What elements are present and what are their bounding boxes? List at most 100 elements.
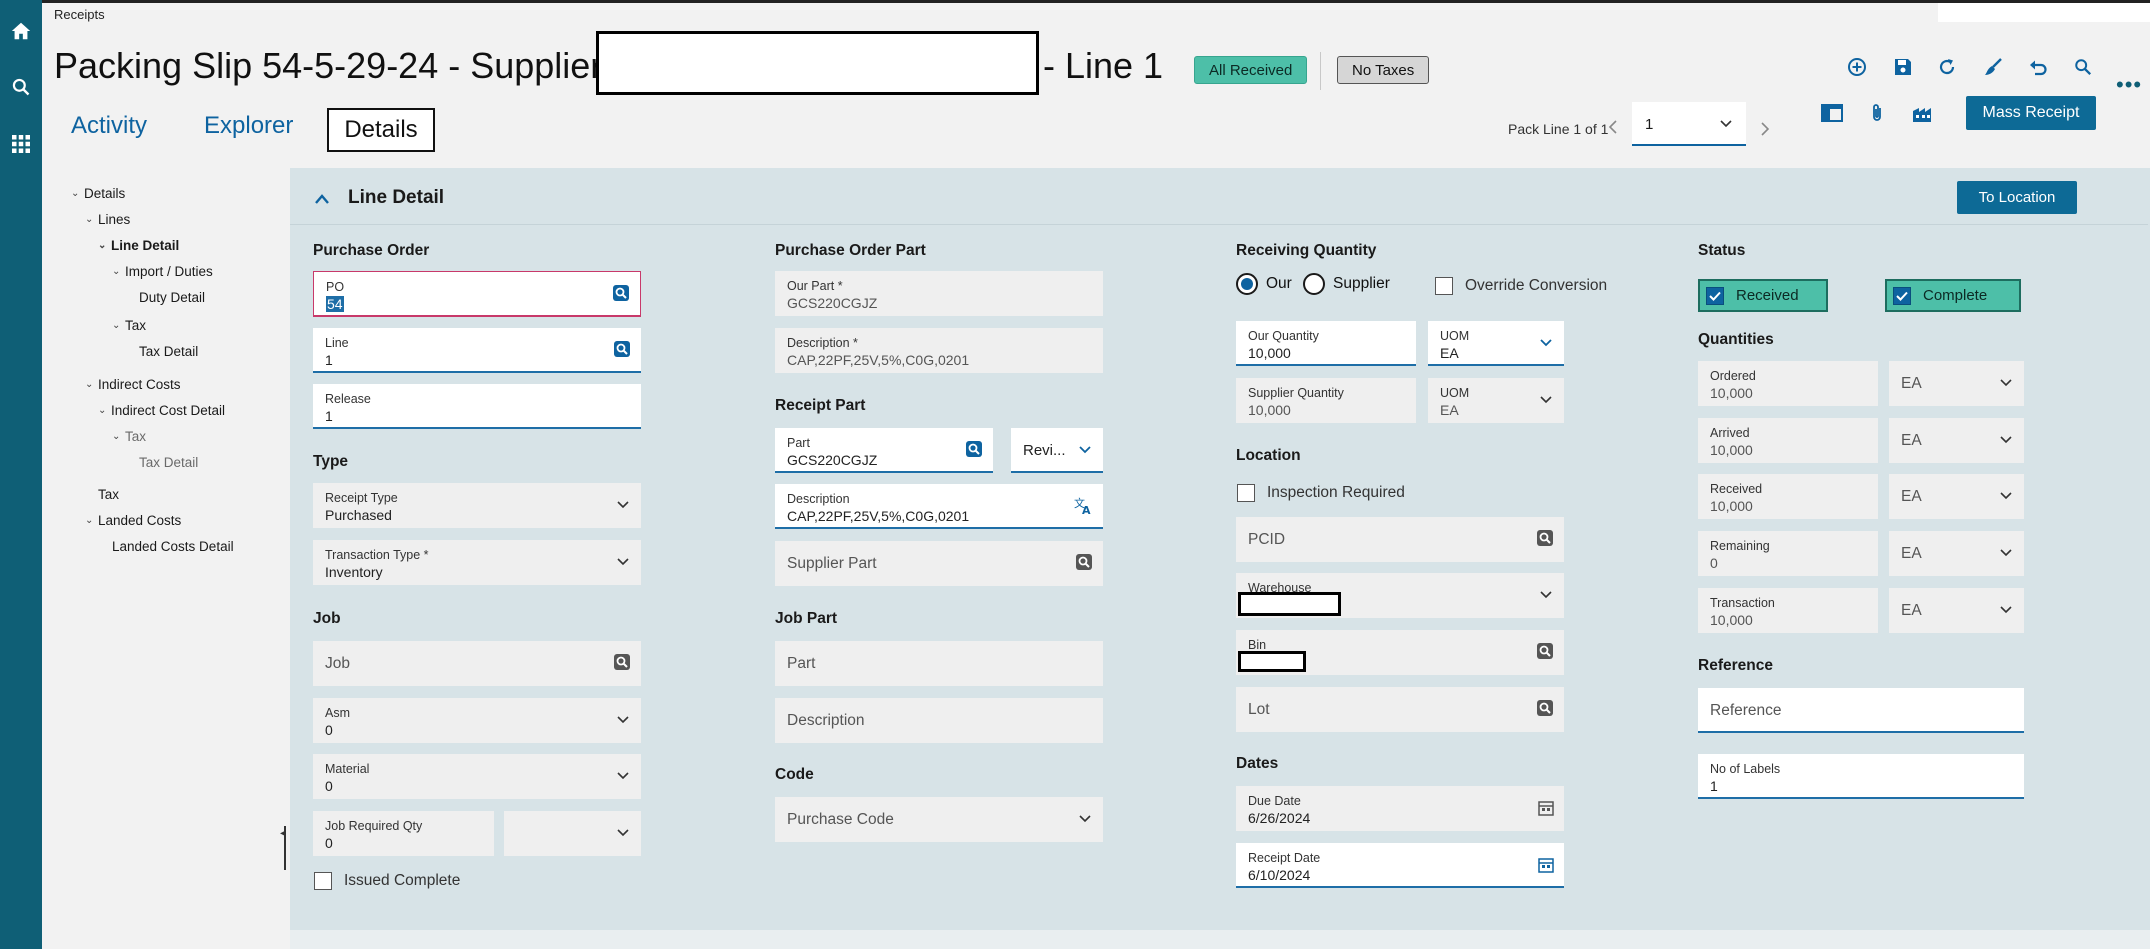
- next-line-icon[interactable]: [1752, 116, 1778, 142]
- receipt-part-field[interactable]: Part GCS220CGJZ: [775, 428, 993, 473]
- tree-item-tax[interactable]: ⌄ Tax: [112, 318, 146, 333]
- due-date-field[interactable]: Due Date 6/26/2024: [1236, 786, 1564, 831]
- receipt-date-field[interactable]: Receipt Date 6/10/2024: [1236, 843, 1564, 888]
- section-code: Code: [775, 766, 814, 783]
- our-quantity-field[interactable]: Our Quantity 10,000: [1236, 321, 1416, 366]
- radio-supplier[interactable]: Supplier: [1303, 273, 1390, 295]
- material-select[interactable]: Material 0: [313, 754, 641, 799]
- job-part-field[interactable]: Part: [775, 641, 1103, 686]
- no-of-labels-field[interactable]: No of Labels 1: [1698, 754, 2024, 799]
- lookup-icon: [614, 654, 630, 670]
- panel-layout-icon[interactable]: [1817, 98, 1847, 128]
- tree-item-duty-detail[interactable]: Duty Detail: [139, 290, 205, 305]
- tab-details[interactable]: Details: [327, 108, 435, 152]
- search-toolbar-icon[interactable]: [2068, 52, 2098, 82]
- tree-item-tax-3[interactable]: Tax: [98, 487, 119, 502]
- panel-divider: [290, 224, 2148, 225]
- supplier-part-field[interactable]: Supplier Part: [775, 541, 1103, 586]
- remaining-uom-select[interactable]: EA: [1889, 531, 2024, 576]
- transaction-type-select[interactable]: Transaction Type * Inventory: [313, 540, 641, 585]
- factory-icon[interactable]: [1908, 98, 1938, 128]
- tree-item-import-duties[interactable]: ⌄ Import / Duties: [112, 264, 213, 279]
- chevron-down-icon: [617, 558, 629, 566]
- tree-item-details[interactable]: ⌄ Details: [71, 186, 125, 201]
- receipt-part-description-field[interactable]: Description CAP,22PF,25V,5%,C0G,0201 文A: [775, 484, 1103, 529]
- job-field[interactable]: Job: [313, 641, 641, 686]
- ordered-uom-select[interactable]: EA: [1889, 361, 2024, 406]
- revision-select[interactable]: Revi...: [1011, 428, 1103, 473]
- tree-item-tax-detail-2[interactable]: Tax Detail: [139, 455, 198, 470]
- chevron-up-icon[interactable]: [314, 192, 330, 206]
- our-uom-select[interactable]: UOM EA: [1428, 321, 1564, 366]
- tree-item-indirect-costs[interactable]: ⌄ Indirect Costs: [85, 377, 181, 392]
- chevron-down-icon: ⌄: [98, 240, 107, 251]
- po-field[interactable]: PO 54: [313, 271, 641, 317]
- supplier-uom-select[interactable]: UOM EA: [1428, 378, 1564, 423]
- apps-grid-icon[interactable]: [4, 127, 38, 161]
- tree-item-tax-2[interactable]: ⌄ Tax: [112, 429, 146, 444]
- checkbox-box[interactable]: [1435, 277, 1453, 295]
- received-status-toggle[interactable]: Received: [1698, 279, 1828, 312]
- radio-button[interactable]: [1303, 273, 1325, 295]
- chevron-down-icon: [2000, 492, 2012, 500]
- override-conversion-checkbox[interactable]: Override Conversion: [1435, 277, 1607, 295]
- add-new-icon[interactable]: [1842, 52, 1872, 82]
- release-field[interactable]: Release 1: [313, 384, 641, 429]
- tree-item-tax-detail[interactable]: Tax Detail: [139, 344, 198, 359]
- receipt-type-select[interactable]: Receipt Type Purchased: [313, 483, 641, 528]
- chevron-down-icon: [1540, 339, 1552, 347]
- tab-explorer[interactable]: Explorer: [204, 112, 293, 140]
- job-part-description-field[interactable]: Description: [775, 698, 1103, 743]
- transaction-uom-select[interactable]: EA: [1889, 588, 2024, 633]
- tree-item-landed-costs-detail[interactable]: Landed Costs Detail: [112, 539, 234, 554]
- tree-item-landed-costs[interactable]: ⌄ Landed Costs: [85, 513, 181, 528]
- tree-item-indirect-cost-detail[interactable]: ⌄ Indirect Cost Detail: [98, 403, 225, 418]
- lookup-icon: [1537, 700, 1553, 716]
- tree-item-line-detail[interactable]: ⌄ Line Detail: [98, 238, 179, 253]
- radio-button-selected[interactable]: [1236, 273, 1258, 295]
- page-title: Packing Slip 54-5-29-24 - Supplier: [54, 44, 602, 88]
- more-options-icon[interactable]: •••: [2116, 74, 2142, 96]
- section-quantities: Quantities: [1698, 331, 1774, 348]
- job-required-qty-field[interactable]: Job Required Qty 0: [313, 811, 494, 856]
- redacted-supplier-name: [596, 31, 1039, 95]
- reference-field[interactable]: Reference: [1698, 688, 2024, 733]
- arrived-uom-select[interactable]: EA: [1889, 418, 2024, 463]
- panel-splitter[interactable]: [284, 826, 286, 870]
- checkbox-box[interactable]: [1237, 484, 1255, 502]
- left-rail: [0, 0, 42, 949]
- undo-icon[interactable]: [2023, 52, 2053, 82]
- line-field[interactable]: Line 1: [313, 328, 641, 373]
- search-icon[interactable]: [4, 70, 38, 104]
- refresh-icon[interactable]: [1932, 52, 1962, 82]
- tree-item-lines[interactable]: ⌄ Lines: [85, 212, 130, 227]
- pack-line-select[interactable]: 1: [1632, 102, 1746, 146]
- tab-activity[interactable]: Activity: [71, 112, 147, 140]
- complete-status-toggle[interactable]: Complete: [1885, 279, 2021, 312]
- home-icon[interactable]: [4, 14, 38, 48]
- job-qty-uom-select[interactable]: [504, 811, 641, 856]
- our-part-field: Our Part * GCS220CGJZ: [775, 271, 1103, 316]
- received-uom-select[interactable]: EA: [1889, 474, 2024, 519]
- pcid-field[interactable]: PCID: [1236, 517, 1564, 562]
- redacted-warehouse-value: [1238, 592, 1341, 616]
- lot-field[interactable]: Lot: [1236, 687, 1564, 732]
- issued-complete-checkbox[interactable]: Issued Complete: [314, 872, 460, 890]
- to-location-button[interactable]: To Location: [1957, 181, 2077, 214]
- purchase-code-select[interactable]: Purchase Code: [775, 797, 1103, 842]
- attachment-icon[interactable]: [1862, 98, 1892, 128]
- lookup-icon: [1537, 530, 1553, 546]
- breadcrumb[interactable]: Receipts: [54, 7, 105, 22]
- checkbox-box[interactable]: [314, 872, 332, 890]
- clear-brush-icon[interactable]: [1978, 52, 2008, 82]
- top-border: [42, 0, 2150, 3]
- save-icon[interactable]: [1888, 52, 1918, 82]
- radio-our[interactable]: Our: [1236, 273, 1292, 295]
- calendar-icon: [1538, 858, 1554, 873]
- asm-select[interactable]: Asm 0: [313, 698, 641, 743]
- prev-line-icon[interactable]: [1600, 114, 1626, 140]
- mass-receipt-button[interactable]: Mass Receipt: [1966, 96, 2096, 130]
- chevron-down-icon: ⌄: [85, 214, 94, 225]
- chevron-down-icon: ⌄: [85, 515, 94, 526]
- inspection-required-checkbox[interactable]: Inspection Required: [1237, 484, 1405, 502]
